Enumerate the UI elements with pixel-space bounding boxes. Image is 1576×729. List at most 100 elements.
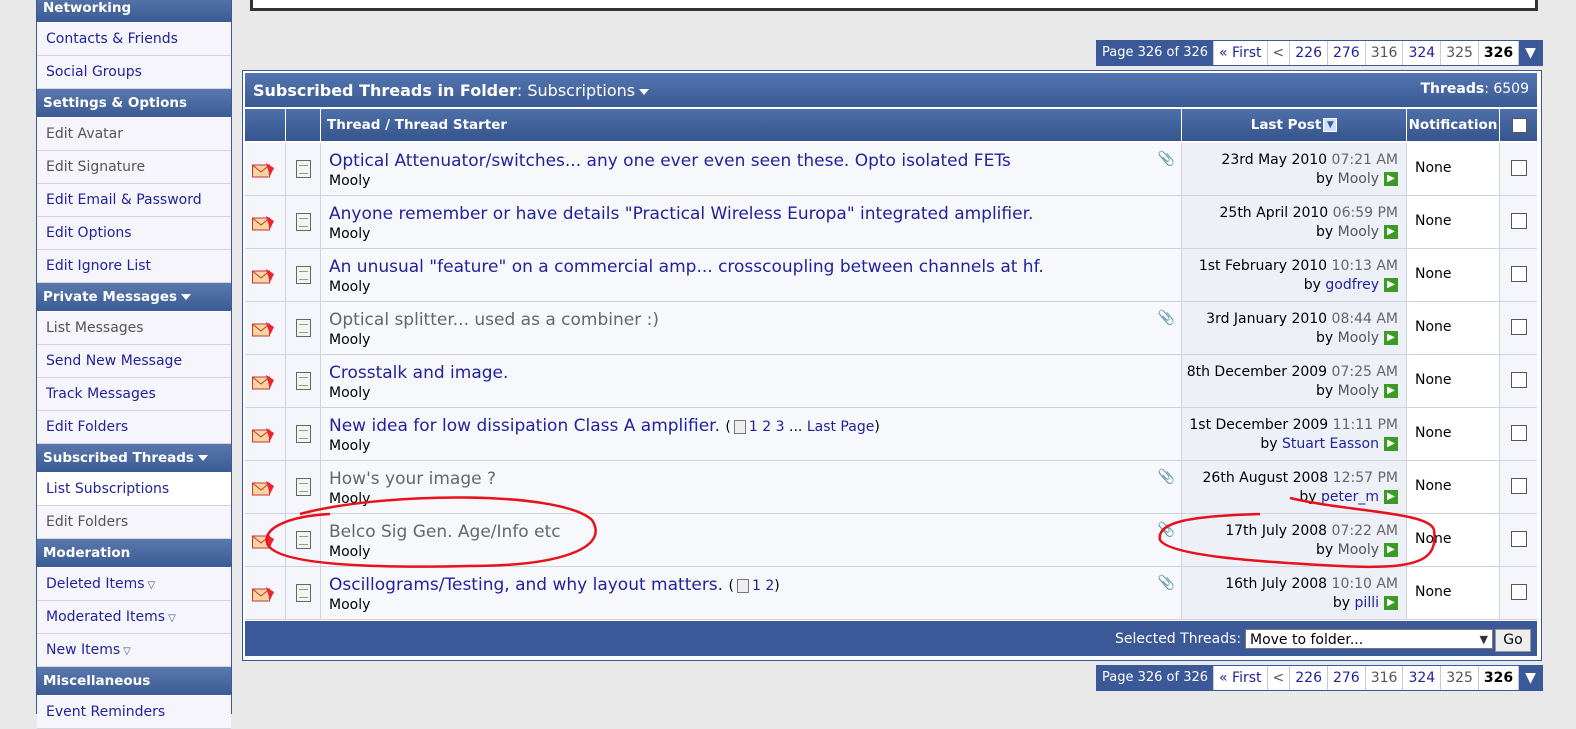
thread-title-link[interactable]: Oscillograms/Testing, and why layout mat… (329, 575, 723, 595)
go-to-last-post-icon[interactable]: ▶ (1384, 225, 1398, 239)
thread-starter[interactable]: Mooly (329, 597, 370, 613)
go-to-last-post-icon[interactable]: ▶ (1384, 278, 1398, 292)
sidebar-item-moderated-items[interactable]: Moderated Items ▽ (37, 601, 231, 634)
thread-select-checkbox[interactable] (1511, 425, 1527, 441)
page-prev-link[interactable]: < (1268, 41, 1291, 65)
sidebar-item-new-items[interactable]: New Items ▽ (37, 634, 231, 667)
thread-starter[interactable]: Mooly (329, 491, 370, 507)
thread-title-link[interactable]: Crosstalk and image. (329, 363, 508, 383)
thread-page-link[interactable]: 1 (749, 419, 758, 435)
go-to-last-post-icon[interactable]: ▶ (1384, 172, 1398, 186)
go-to-last-post-icon[interactable]: ▶ (1384, 437, 1398, 451)
go-to-last-post-icon[interactable]: ▶ (1384, 596, 1398, 610)
sort-desc-icon[interactable]: ▼ (1323, 118, 1338, 132)
thread-select-checkbox[interactable] (1511, 266, 1527, 282)
col-lastpost-header[interactable]: Last Post ▼ (1182, 109, 1407, 141)
thread-starter[interactable]: Mooly (329, 544, 370, 560)
lastpost-poster-link[interactable]: Mooly (1338, 383, 1379, 399)
thread-starter[interactable]: Mooly (329, 438, 370, 454)
thread-starter[interactable]: Mooly (329, 332, 370, 348)
thread-page-link[interactable]: 2 (765, 578, 774, 594)
collapse-arrow-icon[interactable] (181, 294, 192, 300)
thread-select-checkbox[interactable] (1511, 213, 1527, 229)
sidebar-item-edit-avatar[interactable]: Edit Avatar (37, 118, 231, 151)
col-thread-header[interactable]: Thread / Thread Starter (321, 109, 1182, 141)
thread-select-checkbox[interactable] (1511, 478, 1527, 494)
go-to-last-post-icon[interactable]: ▶ (1384, 384, 1398, 398)
sidebar-item-social-groups[interactable]: Social Groups (37, 56, 231, 89)
thread-title-link[interactable]: Belco Sig Gen. Age/Info etc (329, 522, 561, 542)
page-link[interactable]: 226 (1290, 41, 1328, 65)
folder-name[interactable]: Subscriptions (527, 81, 635, 100)
go-button[interactable]: Go (1495, 629, 1531, 652)
thread-starter[interactable]: Mooly (329, 385, 370, 401)
thread-select-checkbox[interactable] (1511, 584, 1527, 600)
page-link[interactable]: 226 (1290, 666, 1328, 690)
move-to-folder-select[interactable]: Move to folder... ▼ (1245, 629, 1493, 649)
lastpost-poster-link[interactable]: Mooly (1338, 542, 1379, 558)
page-link[interactable]: 276 (1328, 666, 1366, 690)
go-to-last-post-icon[interactable]: ▶ (1384, 331, 1398, 345)
lastpost-poster-link[interactable]: godfrey (1325, 277, 1379, 293)
page-first-link[interactable]: « First (1214, 666, 1268, 690)
sidebar-item-edit-email-password[interactable]: Edit Email & Password (37, 184, 231, 217)
thread-starter[interactable]: Mooly (329, 226, 370, 242)
page-jump-dropdown-icon[interactable]: ▼ (1519, 666, 1542, 690)
lastpost-poster-link[interactable]: Mooly (1338, 224, 1379, 240)
thread-page-link[interactable]: 1 (752, 578, 761, 594)
sidebar-item-edit-folders-subs[interactable]: Edit Folders (37, 506, 231, 539)
sidebar-item-edit-signature[interactable]: Edit Signature (37, 151, 231, 184)
dropdown-outline-icon[interactable]: ▽ (148, 570, 156, 602)
lastpost-poster-link[interactable]: Mooly (1338, 171, 1379, 187)
thread-page-link[interactable]: 3 (776, 419, 785, 435)
sidebar-header-subscribed-threads[interactable]: Subscribed Threads (37, 444, 231, 473)
page-jump-dropdown-icon[interactable]: ▼ (1519, 41, 1542, 65)
page-link[interactable]: 325 (1441, 666, 1479, 690)
sidebar-item-edit-options[interactable]: Edit Options (37, 217, 231, 250)
sidebar-item-event-reminders[interactable]: Event Reminders (37, 696, 231, 729)
lastpost-poster-link[interactable]: Stuart Easson (1282, 436, 1379, 452)
sidebar-header-private-messages[interactable]: Private Messages (37, 283, 231, 312)
sidebar-item-track-messages[interactable]: Track Messages (37, 378, 231, 411)
thread-title-link[interactable]: Anyone remember or have details "Practic… (329, 204, 1033, 224)
thread-starter[interactable]: Mooly (329, 173, 370, 189)
dropdown-outline-icon[interactable]: ▽ (123, 636, 131, 668)
go-to-last-post-icon[interactable]: ▶ (1384, 543, 1398, 557)
page-link[interactable]: 324 (1403, 666, 1442, 690)
thread-select-checkbox[interactable] (1511, 531, 1527, 547)
sidebar-item-deleted-items[interactable]: Deleted Items ▽ (37, 568, 231, 601)
thread-page-link[interactable]: 2 (762, 419, 771, 435)
sidebar-item-contacts-friends[interactable]: Contacts & Friends (37, 23, 231, 56)
select-all-checkbox[interactable] (1512, 118, 1527, 133)
folder-dropdown-icon[interactable] (639, 88, 650, 95)
sidebar-item-edit-ignore-list[interactable]: Edit Ignore List (37, 250, 231, 283)
thread-title-link[interactable]: An unusual "feature" on a commercial amp… (329, 257, 1044, 277)
dropdown-outline-icon[interactable]: ▽ (168, 603, 176, 635)
thread-title-link[interactable]: Optical Attenuator/switches... any one e… (329, 151, 1011, 171)
thread-select-checkbox[interactable] (1511, 319, 1527, 335)
go-to-last-post-icon[interactable]: ▶ (1384, 490, 1398, 504)
sidebar-item-edit-folders-pm[interactable]: Edit Folders (37, 411, 231, 444)
thread-select-checkbox[interactable] (1511, 160, 1527, 176)
sidebar-item-list-subscriptions[interactable]: List Subscriptions (37, 473, 231, 506)
lastpost-poster-link[interactable]: Mooly (1338, 330, 1379, 346)
sidebar-item-send-new-message[interactable]: Send New Message (37, 345, 231, 378)
thread-select-checkbox[interactable] (1511, 372, 1527, 388)
notification-cell: None (1407, 196, 1500, 248)
page-link[interactable]: 324 (1403, 41, 1442, 65)
thread-title-link[interactable]: Optical splitter... used as a combiner :… (329, 310, 659, 330)
lastpost-poster-link[interactable]: pilli (1355, 595, 1379, 611)
sidebar-item-list-messages[interactable]: List Messages (37, 312, 231, 345)
page-link[interactable]: 316 (1366, 41, 1404, 65)
lastpost-poster-link[interactable]: peter_m (1321, 489, 1379, 505)
page-link[interactable]: 325 (1441, 41, 1479, 65)
page-first-link[interactable]: « First (1214, 41, 1268, 65)
thread-title-link[interactable]: New idea for low dissipation Class A amp… (329, 416, 720, 436)
page-link[interactable]: 316 (1366, 666, 1404, 690)
collapse-arrow-icon[interactable] (197, 455, 208, 461)
thread-starter[interactable]: Mooly (329, 279, 370, 295)
page-link[interactable]: 276 (1328, 41, 1366, 65)
page-prev-link[interactable]: < (1268, 666, 1291, 690)
last-page-link[interactable]: Last Page (807, 419, 875, 435)
thread-title-link[interactable]: How's your image ? (329, 469, 496, 489)
